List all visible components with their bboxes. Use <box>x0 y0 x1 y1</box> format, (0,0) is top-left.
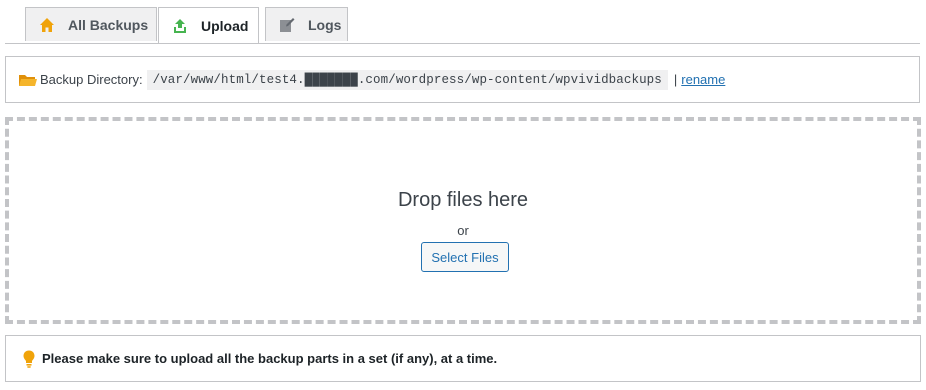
tab-bar: All Backups Upload Logs <box>5 7 920 44</box>
notice-text: Please make sure to upload all the backu… <box>42 351 498 366</box>
drop-or-text: or <box>457 223 469 238</box>
select-files-button[interactable]: Select Files <box>421 242 509 272</box>
lightbulb-icon <box>23 350 35 368</box>
backup-directory-box: Backup Directory: /var/www/html/test4.██… <box>5 56 920 103</box>
tab-all-backups[interactable]: All Backups <box>25 7 157 41</box>
tab-all-backups-label: All Backups <box>68 16 149 33</box>
file-drop-zone[interactable]: Drop files here or Select Files <box>5 117 921 324</box>
tab-upload[interactable]: Upload <box>158 7 259 43</box>
separator: | <box>673 72 678 87</box>
upload-notice: Please make sure to upload all the backu… <box>5 335 921 382</box>
tab-logs-label: Logs <box>308 16 342 33</box>
backup-directory-path: /var/www/html/test4.███████.com/wordpres… <box>146 69 668 90</box>
drop-files-title: Drop files here <box>397 189 529 211</box>
upload-icon <box>171 17 189 35</box>
backup-directory-label: Backup Directory: <box>40 72 143 87</box>
tab-logs[interactable]: Logs <box>265 7 348 41</box>
edit-icon <box>278 16 296 34</box>
rename-link[interactable]: rename <box>681 72 725 87</box>
home-icon <box>38 16 56 34</box>
folder-icon <box>18 72 38 88</box>
tab-upload-label: Upload <box>201 17 249 34</box>
